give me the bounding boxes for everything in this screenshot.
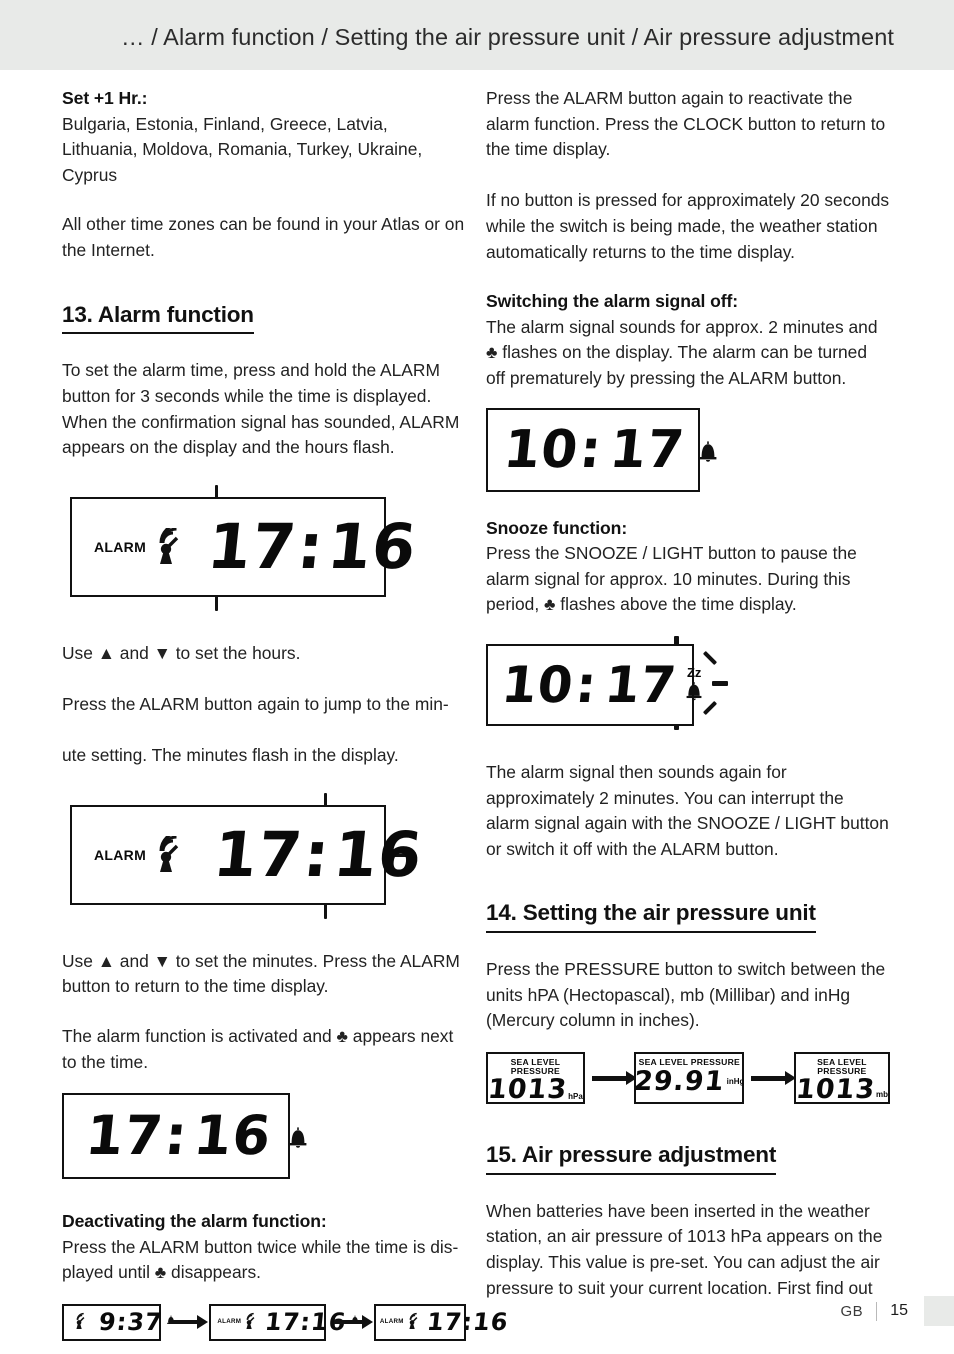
radio-tower-icon — [150, 527, 184, 568]
arrow-icon — [332, 1314, 373, 1330]
pressure-unit: inHg — [726, 1076, 745, 1086]
snooze-after-paragraph: The alarm signal then sounds again for a… — [486, 761, 889, 859]
snooze-bell-icon: Zz — [684, 666, 704, 703]
switch-off-paragraph: The alarm signal sounds for approx. 2 mi… — [486, 316, 878, 388]
set-hours-line-2: Press the ALARM button again to jump to … — [62, 694, 449, 714]
lcd-minutes: 16 — [330, 817, 427, 891]
air-pressure-adjust-paragraph: When batteries have been inserted in the… — [486, 1200, 883, 1298]
bell-icon — [697, 439, 719, 465]
pressure-unit: hPa — [568, 1092, 583, 1102]
footer-divider — [876, 1301, 878, 1321]
lcd-panel-snooze: 10 : 17 Zz — [486, 643, 702, 726]
timeout-paragraph: If no button is pressed for approximatel… — [486, 190, 890, 262]
arrow-icon — [590, 1070, 637, 1086]
figure-snooze: 10 : 17 Zz — [486, 634, 890, 740]
mini-lcd-time: 9:37 — [97, 1308, 165, 1337]
page-header-title: … / Alarm function / Setting the air pre… — [120, 24, 894, 50]
radio-tower-icon — [242, 1312, 257, 1332]
set-minutes-paragraph: Use ▲ and ▼ to set the minutes. Press th… — [62, 950, 460, 997]
arrow-icon — [749, 1070, 797, 1086]
radio-tower-icon — [150, 835, 184, 876]
pressure-unit-paragraph: Press the PRESSURE button to switch betw… — [486, 959, 886, 1031]
figure-pressure-sequence: SEA LEVEL PRESSURE 1013 hPa SEA LEVEL PR… — [486, 1051, 890, 1106]
set-hours-line-1: Use ▲ and ▼ to set the hours. — [62, 642, 301, 663]
footer-page-number: 15 — [890, 1302, 908, 1319]
lcd-hours: 17 — [204, 509, 301, 583]
pressure-unit: mb — [875, 1090, 888, 1100]
lcd-minutes: 16 — [190, 1104, 275, 1168]
arrow-icon — [167, 1314, 209, 1330]
set-plus-one-heading: Set +1 Hr.: — [62, 88, 148, 108]
left-column: Set +1 Hr.: Bulgaria, Estonia, Finland, … — [62, 86, 510, 1341]
figure-time-with-bell: 17 : 16 — [62, 1093, 307, 1180]
bell-icon — [287, 1125, 309, 1151]
zz-label: Zz — [686, 665, 702, 681]
bell-icon — [684, 680, 704, 703]
lcd-colon: : — [577, 419, 606, 480]
section-13-title: 13. Alarm function — [62, 302, 254, 335]
lcd-hours: 10 — [500, 419, 582, 480]
section-15-title: 15. Air pressure adjustment — [486, 1142, 776, 1175]
pressure-value: 1013 — [794, 1074, 877, 1106]
lcd-minutes: 16 — [324, 509, 421, 583]
lcd-colon: : — [161, 1104, 192, 1168]
sea-level-pressure-label: SEA LEVEL PRESSURE — [510, 1056, 561, 1076]
mini-lcd-time: 17:16 — [425, 1308, 510, 1337]
atlas-note-paragraph: All other time zones can be found in you… — [62, 214, 465, 260]
snooze-paragraph: Press the SNOOZE / LIGHT button to pause… — [486, 543, 857, 615]
sea-level-pressure-label: SEA LEVEL PRESSURE — [817, 1056, 867, 1076]
lcd-alarm-label: ALARM — [94, 538, 147, 555]
alarm-activated-paragraph: The alarm function is activated and ♣ ap… — [62, 1025, 454, 1072]
lcd-alarm-label: ALARM — [94, 846, 147, 863]
snooze-heading: Snooze function: — [486, 517, 628, 538]
lcd-hours: 17 — [210, 817, 307, 891]
set-hours-line-3: ute setting. The minutes flash in the di… — [62, 745, 399, 766]
lcd-minutes: 17 — [601, 655, 680, 714]
mini-lcd-3: ALARM 17:16 — [373, 1303, 510, 1341]
lcd-panel-hours-flash: ALARM 17 : 16 — [70, 496, 420, 597]
section-15-wrapper: 15. Air pressure adjustment — [486, 1142, 890, 1175]
figure-alarm-sounding: 10 : 17 — [486, 407, 716, 492]
mini-alarm-label: ALARM — [379, 1318, 404, 1326]
lcd-hours: 10 — [498, 655, 577, 714]
alarm-intro-paragraph: To set the alarm time, press and hold th… — [62, 360, 460, 458]
section-14-title: 14. Setting the air pressure unit — [486, 900, 816, 934]
right-column: Press the ALARM button again to reactiva… — [486, 86, 890, 1301]
pressure-panel-mb: SEA LEVEL PRESSURE 1013 mb — [793, 1051, 890, 1106]
figure-deactivate-sequence: 9:37 ALARM 17:16 ALARM 17:16 — [62, 1303, 510, 1341]
mini-alarm-label: ALARM — [217, 1318, 242, 1326]
footer-end-block — [924, 1296, 954, 1326]
radio-tower-icon — [405, 1312, 420, 1332]
pressure-value: 29.91 — [632, 1065, 727, 1097]
lcd-panel-minutes-flash: ALARM 17 : 16 — [70, 804, 426, 905]
figure-alarm-minutes-flash: ALARM 17 : 16 — [62, 792, 466, 919]
footer-locale: GB — [840, 1302, 864, 1320]
reactivate-paragraph: Press the ALARM button again to reactiva… — [486, 88, 886, 160]
mini-lcd-1: 9:37 — [62, 1303, 175, 1341]
mini-lcd-2: ALARM 17:16 — [209, 1303, 359, 1341]
deactivate-heading: Deactivating the alarm function: — [62, 1211, 327, 1232]
radio-tower-icon — [72, 1312, 87, 1332]
lcd-colon: : — [294, 509, 329, 583]
countries-paragraph: Bulgaria, Estonia, Finland, Greece, Latv… — [62, 113, 423, 185]
lcd-colon: : — [300, 817, 335, 891]
pressure-panel-inhg: SEA LEVEL PRESSURE 29.91 inHg — [632, 1051, 745, 1104]
pressure-panel-hpa: SEA LEVEL PRESSURE 1013 hPa — [486, 1051, 585, 1106]
pressure-value: 1013 — [486, 1074, 569, 1106]
lcd-hours: 17 — [82, 1104, 167, 1168]
page-footer: GB 15 — [841, 1296, 954, 1326]
section-13-wrapper: 13. Alarm function — [62, 302, 466, 335]
figure-alarm-hours-flash: ALARM 17 : 16 — [62, 484, 466, 611]
lcd-colon: : — [572, 655, 600, 714]
section-14-wrapper: 14. Setting the air pressure unit — [486, 900, 890, 934]
deactivate-paragraph: Press the ALARM button twice while the t… — [62, 1236, 459, 1283]
switch-off-heading: Switching the alarm signal off: — [486, 291, 739, 312]
lcd-minutes: 17 — [607, 419, 688, 480]
